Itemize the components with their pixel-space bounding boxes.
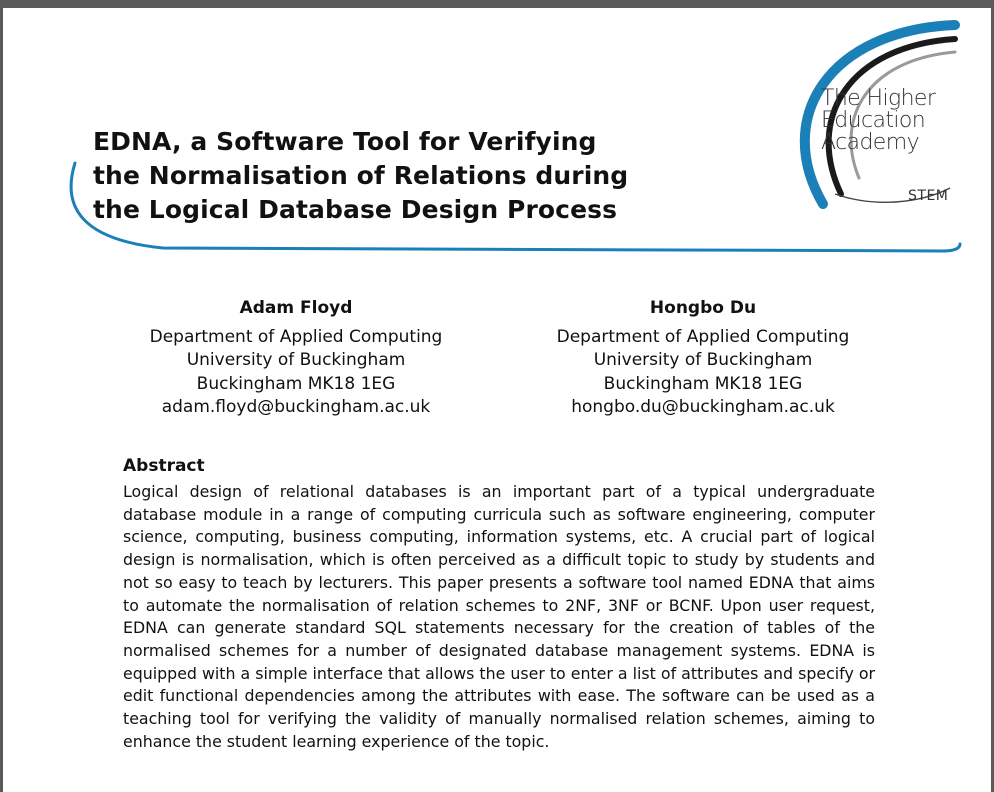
author-university: University of Buckingham (593, 350, 813, 370)
logo-line: Education (821, 108, 926, 133)
author-name: Adam Floyd (239, 298, 353, 318)
author-block: Hongbo Du Department of Applied Computin… (523, 297, 883, 420)
abstract-body: Logical design of relational databases i… (123, 482, 875, 751)
title-line: EDNA, a Software Tool for Verifying (93, 127, 597, 156)
author-department: Department of Applied Computing (149, 326, 443, 347)
abstract-heading: Abstract (123, 456, 205, 476)
author-department: Department of Applied Computing (556, 326, 850, 347)
logo-line: Academy (821, 130, 920, 155)
author-email[interactable]: hongbo.du@buckingham.ac.uk (523, 396, 883, 420)
title-line: the Logical Database Design Process (93, 195, 618, 224)
title-line: the Normalisation of Relations during (93, 161, 629, 190)
abstract-section: Abstract Logical design of relational da… (123, 453, 875, 753)
author-block: Adam Floyd Department of Applied Computi… (116, 297, 476, 420)
logo-stem-label: STEM (908, 188, 949, 204)
author-name: Hongbo Du (649, 298, 757, 318)
hea-logo: The Higher Education Academy (821, 88, 961, 154)
author-address: Buckingham MK18 1EG (196, 373, 396, 394)
document-page: EDNA, a Software Tool for Verifying the … (3, 8, 991, 792)
author-university: University of Buckingham (186, 350, 406, 370)
author-address: Buckingham MK18 1EG (603, 373, 803, 394)
author-email[interactable]: adam.floyd@buckingham.ac.uk (116, 396, 476, 420)
logo-line: The Higher (821, 86, 936, 111)
paper-title: EDNA, a Software Tool for Verifying the … (93, 125, 713, 227)
